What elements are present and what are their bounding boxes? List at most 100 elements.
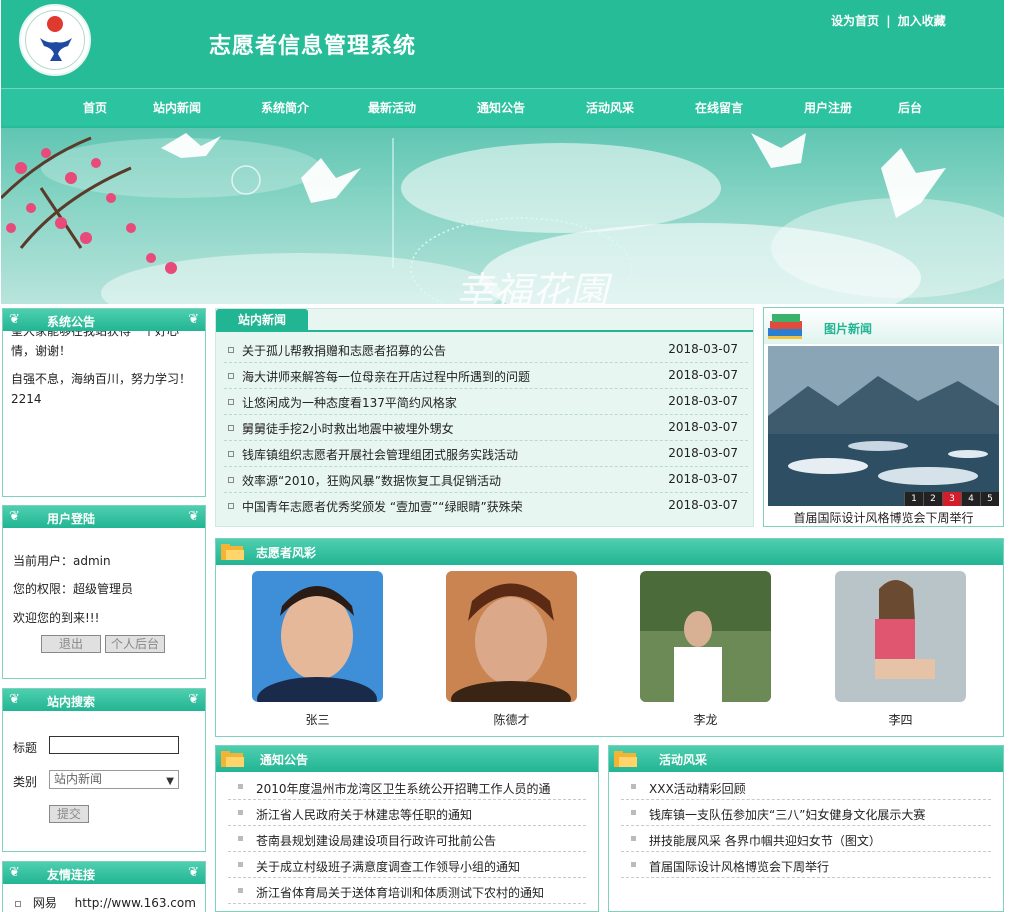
bullet-icon	[238, 810, 243, 815]
news-title[interactable]: 让悠闲成为一种态度看137平简约风格家	[242, 394, 457, 411]
nav-item-message[interactable]: 在线留言	[695, 99, 743, 116]
banner-script-text: 幸福花園	[456, 269, 613, 304]
news-row[interactable]: 中国青年志愿者优秀奖颁发 “壹加壹”“绿眼睛”获殊荣 2018-03-07	[224, 493, 748, 519]
notice-title[interactable]: 关于成立村级班子满意度调查工作领导小组的通知	[256, 858, 520, 875]
set-home-link[interactable]: 设为首页	[831, 14, 879, 28]
bullet-icon	[228, 425, 234, 431]
notice-title[interactable]: 苍南县规划建设局建设项目行政许可批前公告	[256, 832, 496, 849]
nav-item-site-news[interactable]: 站内新闻	[153, 99, 201, 116]
nav-item-admin[interactable]: 后台	[898, 99, 922, 116]
news-title[interactable]: 关于孤儿帮教捐赠和志愿者招募的公告	[242, 342, 446, 359]
news-row[interactable]: 舅舅徒手挖2小时救出地震中被埋外甥女 2018-03-07	[224, 415, 748, 441]
pager-button[interactable]: 2	[923, 492, 942, 506]
permission-text: 您的权限：超级管理员	[13, 582, 134, 596]
activity-row[interactable]: 拼技能展风采 各界巾帼共迎妇女节（图文）	[621, 826, 991, 852]
notice-row[interactable]: 2010年度温州市龙湾区卫生系统公开招聘工作人员的通	[228, 774, 586, 800]
volunteer-photo[interactable]	[252, 571, 383, 702]
nav-item-latest-activity[interactable]: 最新活动	[368, 99, 416, 116]
picture-news-image[interactable]: 1 2 3 4 5	[768, 346, 999, 506]
nav-item-gallery[interactable]: 活动风采	[586, 99, 634, 116]
nav-item-home[interactable]: 首页	[83, 99, 107, 116]
site-news-list: 关于孤儿帮教捐赠和志愿者招募的公告 2018-03-07 海大讲师来解答每一位母亲…	[224, 337, 748, 519]
volunteers-title: 志愿者风彩	[256, 546, 317, 560]
activity-row[interactable]: 钱库镇一支队伍参加庆“三八”妇女健身文化展示大赛	[621, 800, 991, 826]
nav-item-register[interactable]: 用户注册	[804, 99, 852, 116]
user-login-box: ❦ 用户登陆 ❦ 当前用户：admin 您的权限：超级管理员 欢迎您的到来!!!…	[2, 505, 206, 679]
logout-button[interactable]: 退出	[41, 635, 101, 653]
activity-title[interactable]: XXX活动精彩回顾	[649, 780, 746, 797]
notice-title[interactable]: 2010年度温州市龙湾区卫生系统公开招聘工作人员的通	[256, 780, 551, 797]
bullet-icon	[238, 836, 243, 841]
bullet-icon	[631, 810, 636, 815]
chevron-down-icon: ▼	[166, 776, 174, 787]
news-title[interactable]: 钱库镇组织志愿者开展社会管理组团式服务实践活动	[242, 446, 518, 463]
volunteer-photo[interactable]	[835, 571, 966, 702]
search-title-label: 标题	[13, 741, 38, 755]
leaf-icon: ❦	[9, 692, 20, 707]
system-notice-header: ❦ 系统公告 ❦	[3, 309, 205, 331]
bullet-icon	[228, 477, 234, 483]
site-search-header: ❦ 站内搜索 ❦	[3, 689, 205, 711]
news-title[interactable]: 效率源“2010，狂购风暴”数据恢复工具促销活动	[242, 472, 501, 489]
notice-row[interactable]: 关于成立村级班子满意度调查工作领导小组的通知	[228, 852, 586, 878]
pager-button-active[interactable]: 3	[942, 492, 961, 506]
nav-item-notices[interactable]: 通知公告	[477, 99, 525, 116]
activity-title[interactable]: 首届国际设计风格博览会下周举行	[649, 858, 829, 875]
site-search-title: 站内搜索	[47, 695, 96, 709]
personal-backend-button[interactable]: 个人后台	[105, 635, 165, 653]
notice-row[interactable]: 浙江省人民政府关于林建忠等任职的通知	[228, 800, 586, 826]
leaf-icon: ❦	[188, 692, 199, 707]
pager-button[interactable]: 5	[980, 492, 999, 506]
pager-button[interactable]: 4	[961, 492, 980, 506]
user-login-title: 用户登陆	[47, 512, 96, 526]
friend-links-title: 友情连接	[47, 868, 96, 882]
notice-title[interactable]: 浙江省体育局关于送体育培训和体质测试下农村的通知	[256, 884, 544, 901]
search-category-label: 类别	[13, 775, 38, 789]
bullet-icon	[228, 373, 234, 379]
picture-news-caption[interactable]: 首届国际设计风格博览会下周举行	[764, 509, 1003, 526]
bullet-icon	[228, 347, 234, 353]
leaf-icon: ❦	[9, 865, 20, 880]
bullet-icon	[238, 784, 243, 789]
volunteer-name: 李四	[888, 713, 913, 727]
notice-row[interactable]: 浙江省体育局关于送体育培训和体质测试下农村的通知	[228, 878, 586, 904]
notices-panel: 通知公告 2010年度温州市龙湾区卫生系统公开招聘工作人员的通 浙江省人民政府关…	[215, 745, 599, 912]
news-row[interactable]: 关于孤儿帮教捐赠和志愿者招募的公告 2018-03-07	[224, 337, 748, 363]
activity-gallery-title: 活动风采	[659, 753, 708, 767]
add-favorite-link[interactable]: 加入收藏	[898, 14, 946, 28]
leaf-icon: ❦	[188, 312, 199, 327]
activity-title[interactable]: 钱库镇一支队伍参加庆“三八”妇女健身文化展示大赛	[649, 806, 925, 823]
news-title[interactable]: 海大讲师来解答每一位母亲在开店过程中所遇到的问题	[242, 368, 530, 385]
news-title[interactable]: 中国青年志愿者优秀奖颁发 “壹加壹”“绿眼睛”获殊荣	[242, 498, 523, 515]
friend-link-item[interactable]: 网易 http://www.163.com	[15, 894, 196, 911]
search-category-select[interactable]: 站内新闻 ▼	[49, 770, 179, 789]
logo-head-icon	[47, 16, 63, 32]
activity-row[interactable]: XXX活动精彩回顾	[621, 774, 991, 800]
volunteer-photo[interactable]	[446, 571, 577, 702]
folder-icon	[221, 751, 244, 767]
pager-button[interactable]: 1	[904, 492, 923, 506]
activity-gallery-panel: 活动风采 XXX活动精彩回顾 钱库镇一支队伍参加庆“三八”妇女健身文化展示大赛 …	[608, 745, 1004, 912]
news-row[interactable]: 效率源“2010，狂购风暴”数据恢复工具促销活动 2018-03-07	[224, 467, 748, 493]
activity-title[interactable]: 拼技能展风采 各界巾帼共迎妇女节（图文）	[649, 832, 881, 849]
tab-site-news[interactable]: 站内新闻	[216, 309, 308, 331]
news-row[interactable]: 海大讲师来解答每一位母亲在开店过程中所遇到的问题 2018-03-07	[224, 363, 748, 389]
system-notice-line: 望大家能够在我站获得一个好心情，谢谢！	[11, 331, 180, 358]
news-date: 2018-03-07	[668, 368, 738, 382]
volunteer-photo[interactable]	[640, 571, 771, 702]
notices-header: 通知公告	[216, 746, 598, 772]
news-row[interactable]: 让悠闲成为一种态度看137平简约风格家 2018-03-07	[224, 389, 748, 415]
news-row[interactable]: 钱库镇组织志愿者开展社会管理组团式服务实践活动 2018-03-07	[224, 441, 748, 467]
search-title-input[interactable]	[49, 736, 179, 754]
activity-row[interactable]: 首届国际设计风格博览会下周举行	[621, 852, 991, 878]
bullet-icon	[238, 862, 243, 867]
site-logo[interactable]	[19, 4, 91, 76]
top-links-separator: |	[886, 14, 891, 28]
search-submit-button[interactable]: 提交	[49, 805, 89, 823]
notice-row[interactable]: 苍南县规划建设局建设项目行政许可批前公告	[228, 826, 586, 852]
nav-item-about[interactable]: 系统简介	[261, 99, 309, 116]
news-title[interactable]: 舅舅徒手挖2小时救出地震中被埋外甥女	[242, 420, 454, 437]
notice-title[interactable]: 浙江省人民政府关于林建忠等任职的通知	[256, 806, 472, 823]
volunteer-name: 张三	[305, 713, 330, 727]
system-notice-title: 系统公告	[47, 315, 96, 329]
